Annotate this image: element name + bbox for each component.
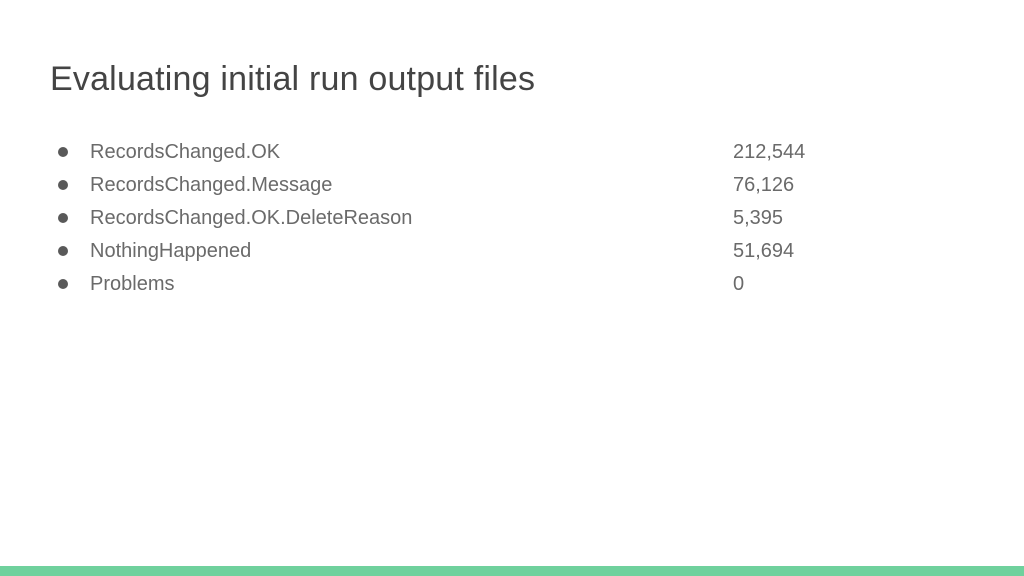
list-item: NothingHappened 51,694	[58, 236, 974, 266]
item-value: 212,544	[733, 137, 805, 167]
item-value: 5,395	[733, 203, 783, 233]
bullet-icon	[58, 180, 68, 190]
item-value: 0	[733, 269, 744, 299]
item-value: 76,126	[733, 170, 794, 200]
item-label: Problems	[90, 269, 733, 299]
bullet-icon	[58, 213, 68, 223]
item-label: RecordsChanged.OK.DeleteReason	[90, 203, 733, 233]
list-item: RecordsChanged.OK.DeleteReason 5,395	[58, 203, 974, 233]
list-item: RecordsChanged.Message 76,126	[58, 170, 974, 200]
bullet-icon	[58, 279, 68, 289]
list-item: Problems 0	[58, 269, 974, 299]
item-label: RecordsChanged.Message	[90, 170, 733, 200]
bullet-icon	[58, 147, 68, 157]
item-value: 51,694	[733, 236, 794, 266]
item-label: NothingHappened	[90, 236, 733, 266]
list-item: RecordsChanged.OK 212,544	[58, 137, 974, 167]
slide-title: Evaluating initial run output files	[50, 60, 974, 99]
slide: Evaluating initial run output files Reco…	[0, 0, 1024, 299]
bullet-icon	[58, 246, 68, 256]
footer-accent-bar	[0, 566, 1024, 576]
item-label: RecordsChanged.OK	[90, 137, 733, 167]
output-list: RecordsChanged.OK 212,544 RecordsChanged…	[50, 137, 974, 299]
